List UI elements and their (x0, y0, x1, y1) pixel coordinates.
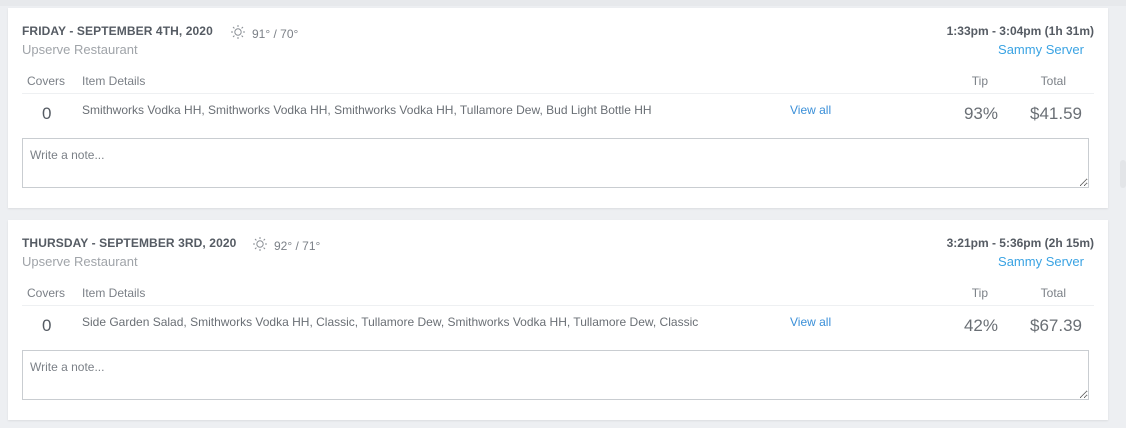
weather: 92° / 71° (252, 236, 320, 255)
item-details-value: Side Garden Salad, Smithworks Vodka HH, … (82, 315, 699, 329)
weather-temps: 91° / 70° (252, 26, 299, 41)
table-row: 0 Smithworks Vodka HH, Smithworks Vodka … (22, 94, 1094, 130)
weather: 91° / 70° (230, 24, 298, 43)
tip-value: 93% (963, 104, 998, 123)
header-total: Total (1040, 286, 1066, 300)
order-date: FRIDAY - SEPTEMBER 4TH, 2020 (22, 24, 213, 38)
table-row: 0 Side Garden Salad, Smithworks Vodka HH… (22, 306, 1094, 342)
restaurant-name: Upserve Restaurant (22, 254, 138, 269)
header-tip: Tip (971, 286, 988, 300)
view-all-link[interactable]: View all (790, 315, 831, 329)
order-time: 1:33pm - 3:04pm (1h 31m) (946, 24, 1094, 38)
view-all-link[interactable]: View all (790, 103, 831, 117)
total-value: $67.39 (1030, 316, 1082, 335)
server-link[interactable]: Sammy Server (998, 254, 1084, 269)
order-card: THURSDAY - SEPTEMBER 3RD, 2020 92° / 71°… (8, 220, 1108, 420)
covers-value: 0 (42, 104, 52, 123)
header-covers: Covers (27, 74, 66, 88)
header-total: Total (1040, 74, 1066, 88)
note-input[interactable] (22, 350, 1089, 400)
sun-icon (230, 24, 246, 43)
top-strip (0, 0, 1126, 6)
weather-temps: 92° / 71° (274, 238, 321, 253)
header-covers: Covers (27, 286, 66, 300)
scrollbar-thumb[interactable] (1120, 160, 1126, 188)
table-header: Covers Item Details Tip Total (22, 284, 1094, 306)
sun-icon (252, 236, 268, 255)
note-input[interactable] (22, 138, 1089, 188)
header-item-details: Item Details (82, 286, 146, 300)
total-value: $41.59 (1030, 104, 1082, 123)
header-tip: Tip (971, 74, 988, 88)
covers-value: 0 (42, 316, 52, 335)
item-details-value: Smithworks Vodka HH, Smithworks Vodka HH… (82, 103, 652, 117)
restaurant-name: Upserve Restaurant (22, 42, 138, 57)
order-time: 3:21pm - 5:36pm (2h 15m) (946, 236, 1094, 250)
order-card: FRIDAY - SEPTEMBER 4TH, 2020 91° / 70° U… (8, 8, 1108, 208)
table-header: Covers Item Details Tip Total (22, 72, 1094, 94)
order-date: THURSDAY - SEPTEMBER 3RD, 2020 (22, 236, 237, 250)
server-link[interactable]: Sammy Server (998, 42, 1084, 57)
tip-value: 42% (963, 316, 998, 335)
header-item-details: Item Details (82, 74, 146, 88)
